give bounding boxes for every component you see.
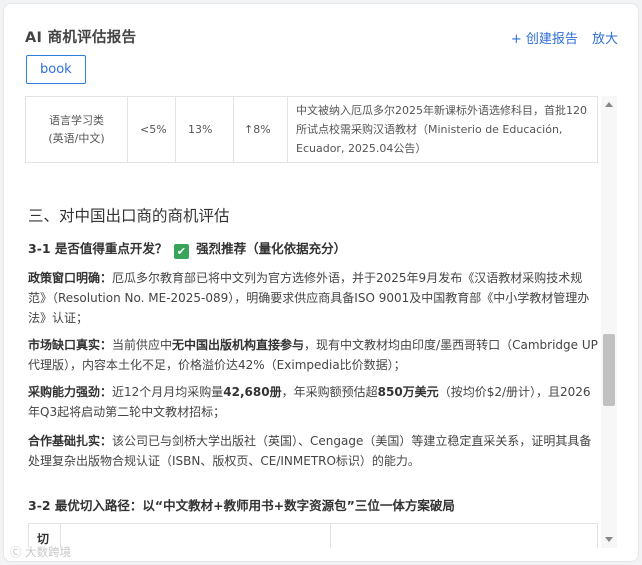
category-table: 语言学习类 (英语/中文) <5% 13% ↑8% 中文被纳入厄瓜多尔2025年… xyxy=(25,96,598,163)
table-row: 切 xyxy=(28,523,598,548)
rate-cell: 13% xyxy=(175,96,234,163)
subsection-3-1-verdict: 强烈推荐（量化依据充分） xyxy=(196,241,347,256)
create-report-button[interactable]: + 创建报告 xyxy=(511,32,578,47)
share-cell: <5% xyxy=(127,96,176,163)
market-label: 市场缺口真实： xyxy=(28,338,113,352)
category-cell: 语言学习类 (英语/中文) xyxy=(25,96,128,163)
checkmark-icon: ✔ xyxy=(173,244,189,259)
coop-label: 合作基础扎实： xyxy=(28,434,113,448)
policy-text: 厄瓜多尔教育部已将中文列为官方选修外语，并于2025年9月发布《汉语教材采购技术… xyxy=(28,271,590,325)
market-paragraph: 市场缺口真实：当前供应中无中国出版机构直接参与，现有中文教材均由印度/墨西哥转口… xyxy=(28,335,598,375)
report-panel: AI 商机评估报告 + 创建报告 放大 book 语言学习类 (英语/中文) <… xyxy=(3,3,639,562)
report-title: AI 商机评估报告 xyxy=(25,30,137,46)
zoom-button[interactable]: 放大 xyxy=(592,32,618,47)
purchase-bold-b: 850万美元 xyxy=(377,385,439,399)
market-text-a: 当前供应中 xyxy=(112,338,173,352)
scroll-down-arrow-icon[interactable] xyxy=(605,537,613,542)
scrollbar-thumb[interactable] xyxy=(603,334,615,406)
policy-label: 政策窗口明确： xyxy=(28,271,113,285)
coop-text: 该公司已与剑桥大学出版社（英国）、Cengage（美国）等建立稳定直采关系，证明… xyxy=(28,434,592,468)
coop-paragraph: 合作基础扎实：该公司已与剑桥大学出版社（英国）、Cengage（美国）等建立稳定… xyxy=(28,431,598,471)
subsection-3-1-title: 3-1 是否值得重点开发？ xyxy=(28,241,168,256)
purchase-text-b: ，年采购额预估超 xyxy=(281,385,378,399)
header-actions: + 创建报告 放大 xyxy=(511,28,618,47)
note-cell: 中文被纳入厄瓜多尔2025年新课标外语选修科目，首批120所试点校需采购汉语教材… xyxy=(287,96,598,163)
watermark-logo: Ⓒ 大数跨境 xyxy=(10,545,72,559)
trend-cell: ↑8% xyxy=(233,96,288,163)
purchase-paragraph: 采购能力强劲：近12个月月均采购量42,680册，年采购额预估超850万美元（按… xyxy=(28,382,598,422)
table-row: 语言学习类 (英语/中文) <5% 13% ↑8% 中文被纳入厄瓜多尔2025年… xyxy=(25,96,598,163)
policy-paragraph: 政策窗口明确：厄瓜多尔教育部已将中文列为官方选修外语，并于2025年9月发布《汉… xyxy=(28,268,598,328)
purchase-text-a: 近12个月月均采购量 xyxy=(112,385,224,399)
purchase-bold-a: 42,680册 xyxy=(223,385,282,399)
subsection-3-1-heading: 3-1 是否值得重点开发？ ✔ 强烈推荐（量化依据充分） xyxy=(28,238,346,259)
report-content: 语言学习类 (英语/中文) <5% 13% ↑8% 中文被纳入厄瓜多尔2025年… xyxy=(25,96,598,548)
scroll-up-arrow-icon[interactable] xyxy=(605,102,613,107)
entry-path-table: 切 xyxy=(28,523,598,548)
market-bold: 无中国出版机构直接参与 xyxy=(172,338,305,352)
category-subname: (英语/中文) xyxy=(48,131,105,145)
table-cell xyxy=(60,523,331,548)
content-scrollbar[interactable] xyxy=(601,96,617,548)
purchase-label: 采购能力强劲： xyxy=(28,385,113,399)
book-tag-button[interactable]: book xyxy=(26,55,86,84)
report-header: AI 商机评估报告 + 创建报告 放大 xyxy=(25,26,618,50)
section-title: 三、对中国出口商的商机评估 xyxy=(28,207,230,225)
table-cell xyxy=(330,523,598,548)
subsection-3-2-title: 3-2 最优切入路径：以“中文教材+教师用书+数字资源包”三位一体方案破局 xyxy=(28,498,455,513)
category-name: 语言学习类 xyxy=(49,113,104,127)
